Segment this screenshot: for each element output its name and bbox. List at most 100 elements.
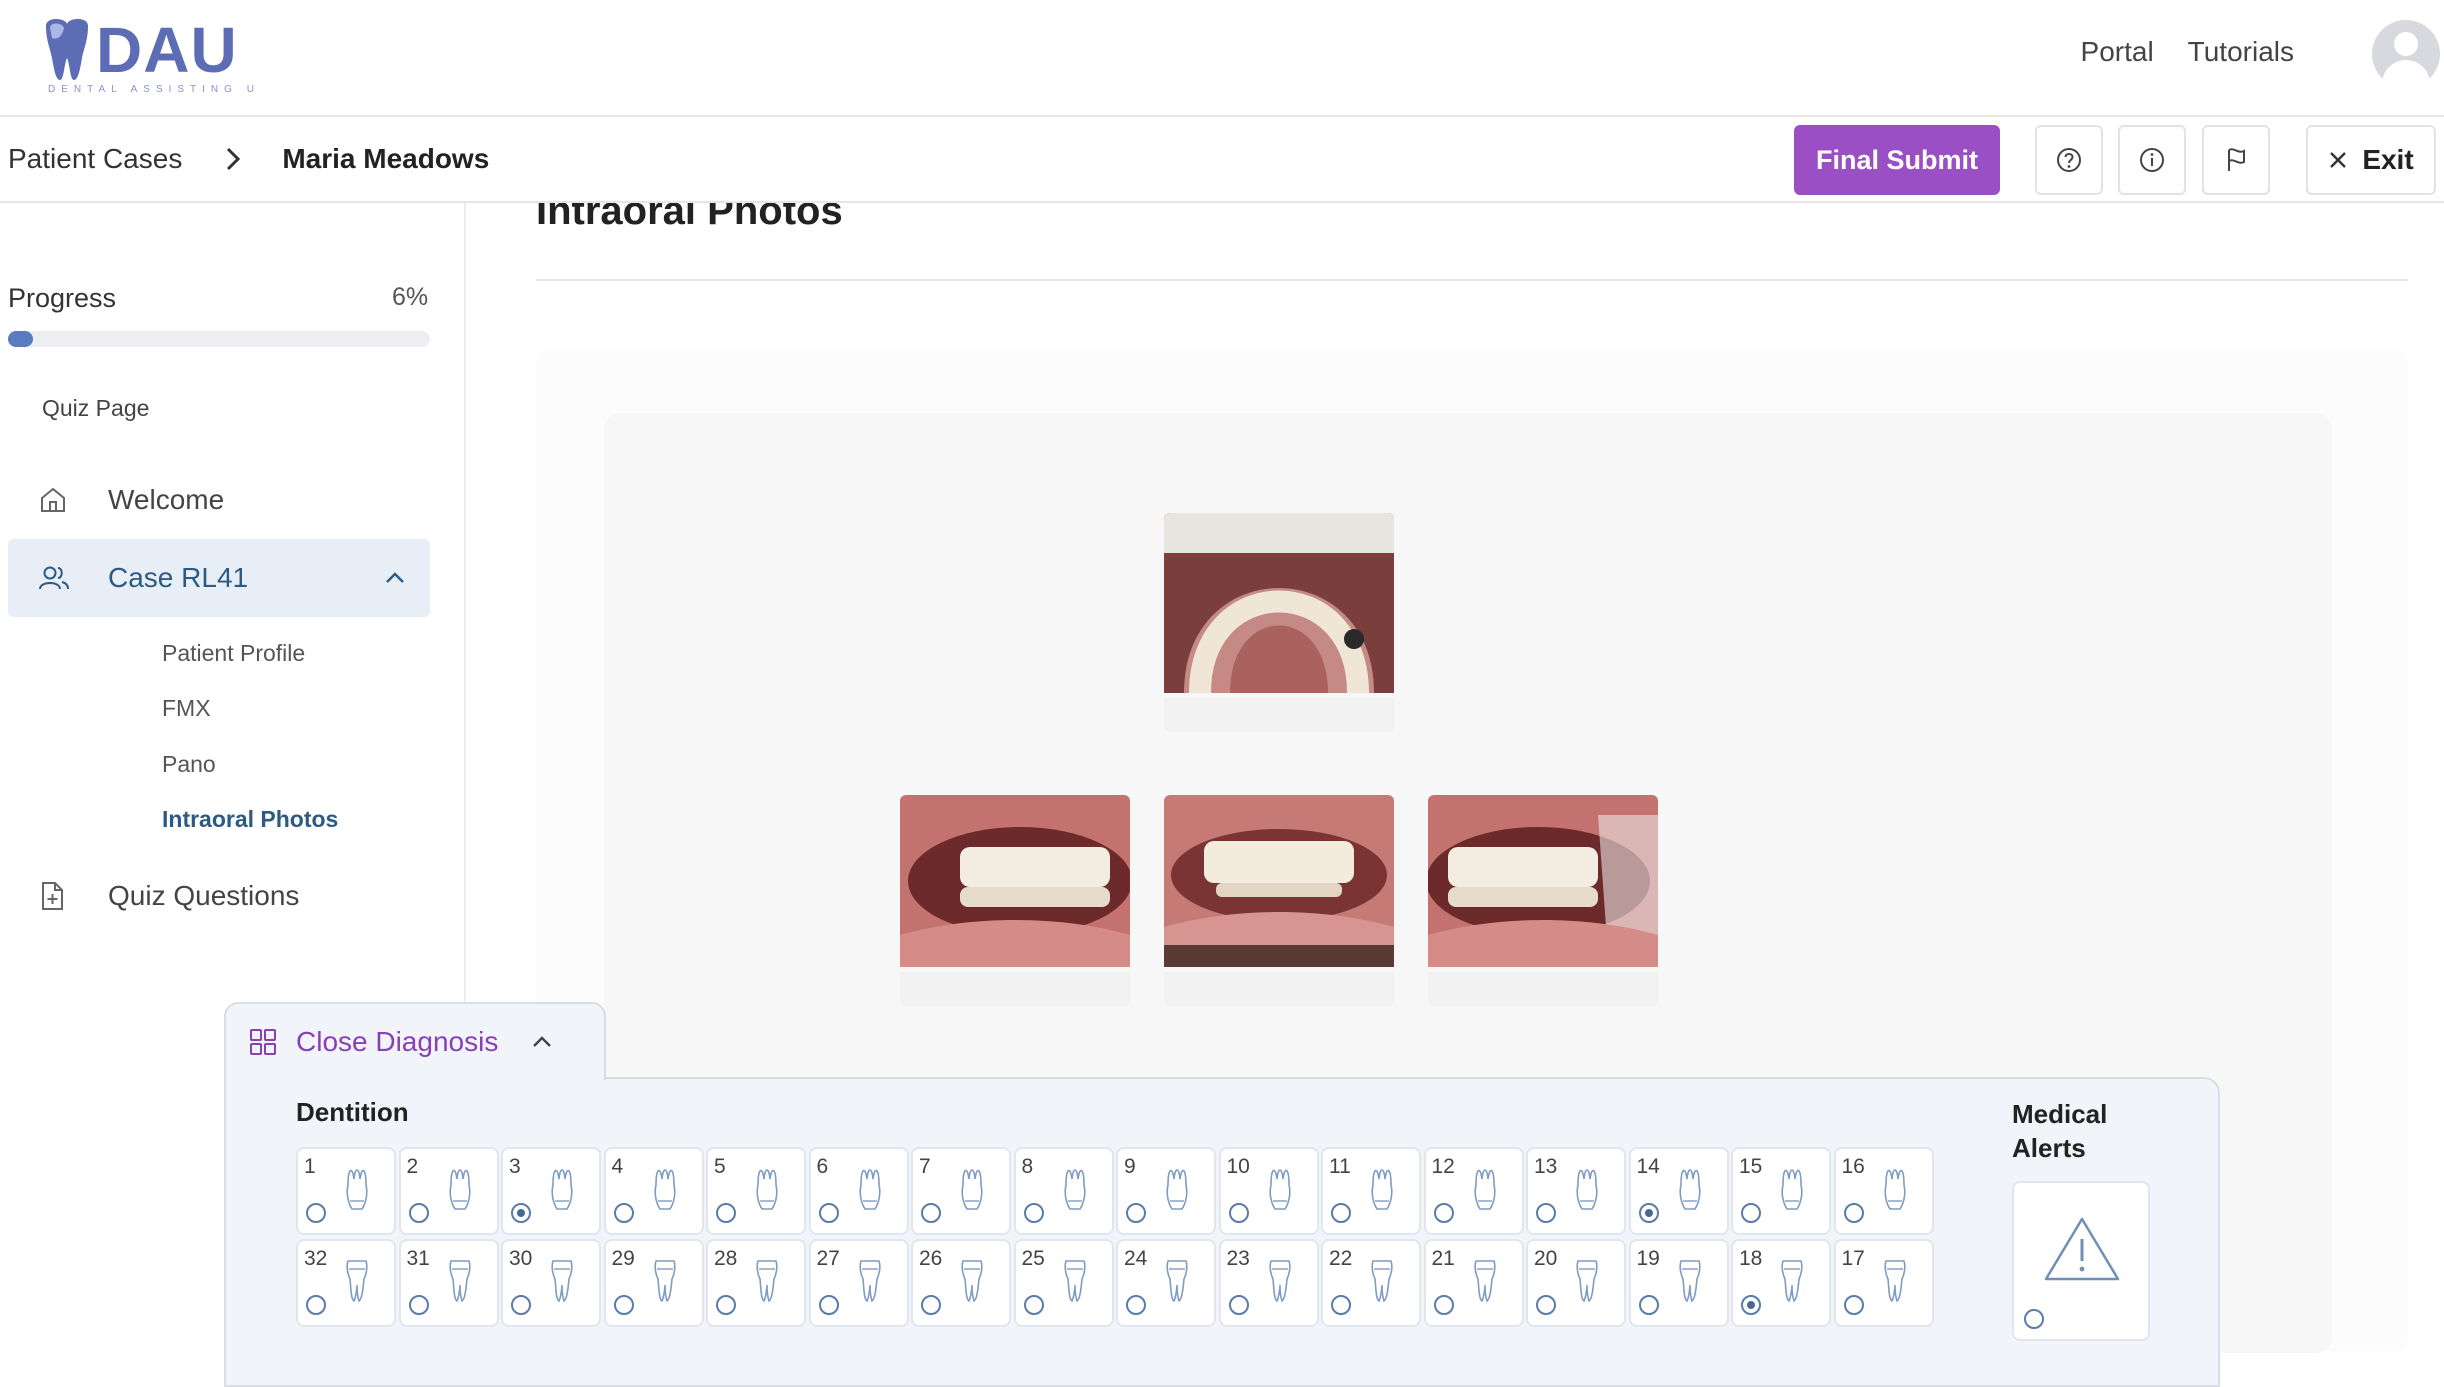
- tooth-radio[interactable]: [306, 1295, 326, 1315]
- tooth-radio[interactable]: [511, 1295, 531, 1315]
- tooth-3[interactable]: 3: [501, 1147, 601, 1235]
- photo-left-buccal[interactable]: [1428, 795, 1658, 1006]
- tooth-radio[interactable]: [1433, 1295, 1454, 1315]
- tooth-radio[interactable]: [1638, 1203, 1659, 1223]
- photo-right-buccal[interactable]: [900, 795, 1130, 1006]
- tooth-30[interactable]: 30: [501, 1239, 601, 1327]
- tooth-radio[interactable]: [511, 1203, 531, 1223]
- tooth-14[interactable]: 14: [1628, 1147, 1729, 1235]
- tooth-radio[interactable]: [1433, 1203, 1454, 1223]
- tooth-8[interactable]: 8: [1013, 1147, 1114, 1235]
- tooth-1[interactable]: 1: [296, 1147, 396, 1235]
- photo-occlusal-upper[interactable]: [1164, 513, 1394, 732]
- help-button[interactable]: [2035, 125, 2103, 195]
- tooth-13[interactable]: 13: [1526, 1147, 1626, 1235]
- tooth-number: 23: [1226, 1247, 1250, 1270]
- tooth-radio[interactable]: [921, 1295, 941, 1315]
- tooth-4[interactable]: 4: [603, 1147, 704, 1235]
- tooth-number: 5: [714, 1155, 726, 1178]
- tooth-radio[interactable]: [921, 1203, 941, 1223]
- tooth-radio[interactable]: [818, 1295, 839, 1315]
- tooth-radio[interactable]: [613, 1295, 634, 1315]
- tooth-radio[interactable]: [1843, 1295, 1864, 1315]
- tooth-26[interactable]: 26: [911, 1239, 1011, 1327]
- tooth-24[interactable]: 24: [1116, 1239, 1216, 1327]
- tooth-6[interactable]: 6: [808, 1147, 909, 1235]
- logo-text: DAU: [96, 14, 238, 86]
- tooth-radio[interactable]: [1228, 1295, 1249, 1315]
- tooth-radio[interactable]: [716, 1203, 736, 1223]
- tooth-28[interactable]: 28: [706, 1239, 806, 1327]
- tooth-radio[interactable]: [1023, 1295, 1044, 1315]
- tooth-19[interactable]: 19: [1628, 1239, 1729, 1327]
- tooth-12[interactable]: 12: [1423, 1147, 1524, 1235]
- close-diagnosis-toggle[interactable]: Close Diagnosis: [224, 1002, 606, 1080]
- tooth-18[interactable]: 18: [1731, 1239, 1831, 1327]
- tooth-radio[interactable]: [408, 1295, 429, 1315]
- tooth-2[interactable]: 2: [398, 1147, 499, 1235]
- tooth-27[interactable]: 27: [808, 1239, 909, 1327]
- tooth-7[interactable]: 7: [911, 1147, 1011, 1235]
- sidebar-item-welcome[interactable]: Welcome: [8, 461, 430, 539]
- tooth-radio[interactable]: [1741, 1295, 1761, 1315]
- tooth-number: 28: [714, 1247, 738, 1270]
- avatar[interactable]: [2372, 20, 2440, 88]
- tooth-23[interactable]: 23: [1218, 1239, 1319, 1327]
- sidebar-subitem-intraoral-photos[interactable]: Intraoral Photos: [162, 806, 338, 833]
- tooth-31[interactable]: 31: [398, 1239, 499, 1327]
- sidebar-item-case[interactable]: Case RL41: [8, 539, 430, 617]
- exit-button[interactable]: Exit: [2306, 125, 2436, 195]
- progress-bar-fill: [8, 331, 34, 347]
- medical-alert-radio[interactable]: [2024, 1309, 2044, 1329]
- info-button[interactable]: [2118, 125, 2186, 195]
- sidebar-item-quiz-questions[interactable]: Quiz Questions: [8, 857, 430, 935]
- tooth-radio[interactable]: [613, 1203, 634, 1223]
- sidebar-subitem-patient-profile[interactable]: Patient Profile: [162, 640, 305, 667]
- sidebar-subitem-fmx[interactable]: FMX: [162, 695, 211, 722]
- tooth-radio[interactable]: [1331, 1203, 1351, 1223]
- tooth-22[interactable]: 22: [1321, 1239, 1421, 1327]
- tooth-20[interactable]: 20: [1526, 1239, 1626, 1327]
- tooth-radio[interactable]: [818, 1203, 839, 1223]
- tooth-radio[interactable]: [1741, 1203, 1761, 1223]
- sidebar-subitem-pano[interactable]: Pano: [162, 751, 216, 778]
- help-circle-icon: [2057, 148, 2081, 172]
- tooth-10[interactable]: 10: [1218, 1147, 1319, 1235]
- breadcrumb-root-link[interactable]: Patient Cases: [8, 143, 182, 175]
- photo-frontal[interactable]: [1164, 795, 1394, 1006]
- tooth-32[interactable]: 32: [296, 1239, 396, 1327]
- tooth-25[interactable]: 25: [1013, 1239, 1114, 1327]
- sidebar-item-label: Case RL41: [108, 562, 249, 593]
- final-submit-button[interactable]: Final Submit: [1794, 125, 2000, 195]
- chevron-up-icon[interactable]: [382, 565, 408, 591]
- tooth-radio[interactable]: [1126, 1203, 1146, 1223]
- tooth-number: 20: [1534, 1247, 1558, 1270]
- tooth-9[interactable]: 9: [1116, 1147, 1216, 1235]
- tooth-radio[interactable]: [1331, 1295, 1351, 1315]
- tooth-radio[interactable]: [1126, 1295, 1146, 1315]
- tooth-15[interactable]: 15: [1731, 1147, 1831, 1235]
- tooth-17[interactable]: 17: [1833, 1239, 1934, 1327]
- tooth-number: 29: [611, 1247, 635, 1270]
- tooth-radio[interactable]: [408, 1203, 429, 1223]
- logo[interactable]: DAU DENTAL ASSISTING U: [40, 14, 260, 95]
- nav-tutorials-link[interactable]: Tutorials: [2188, 36, 2294, 68]
- flag-button[interactable]: [2202, 125, 2270, 195]
- tooth-number: 31: [406, 1247, 430, 1270]
- tooth-21[interactable]: 21: [1423, 1239, 1524, 1327]
- tooth-radio[interactable]: [1023, 1203, 1044, 1223]
- tooth-16[interactable]: 16: [1833, 1147, 1934, 1235]
- medical-alert-option[interactable]: [2012, 1181, 2150, 1341]
- tooth-29[interactable]: 29: [603, 1239, 704, 1327]
- tooth-radio[interactable]: [1536, 1295, 1556, 1315]
- tooth-radio[interactable]: [1228, 1203, 1249, 1223]
- tooth-radio[interactable]: [1638, 1295, 1659, 1315]
- tooth-radio[interactable]: [306, 1203, 326, 1223]
- tooth-5[interactable]: 5: [706, 1147, 806, 1235]
- file-plus-icon: [42, 882, 63, 910]
- nav-portal-link[interactable]: Portal: [2081, 36, 2154, 68]
- tooth-radio[interactable]: [1536, 1203, 1556, 1223]
- tooth-radio[interactable]: [1843, 1203, 1864, 1223]
- tooth-11[interactable]: 11: [1321, 1147, 1421, 1235]
- tooth-radio[interactable]: [716, 1295, 736, 1315]
